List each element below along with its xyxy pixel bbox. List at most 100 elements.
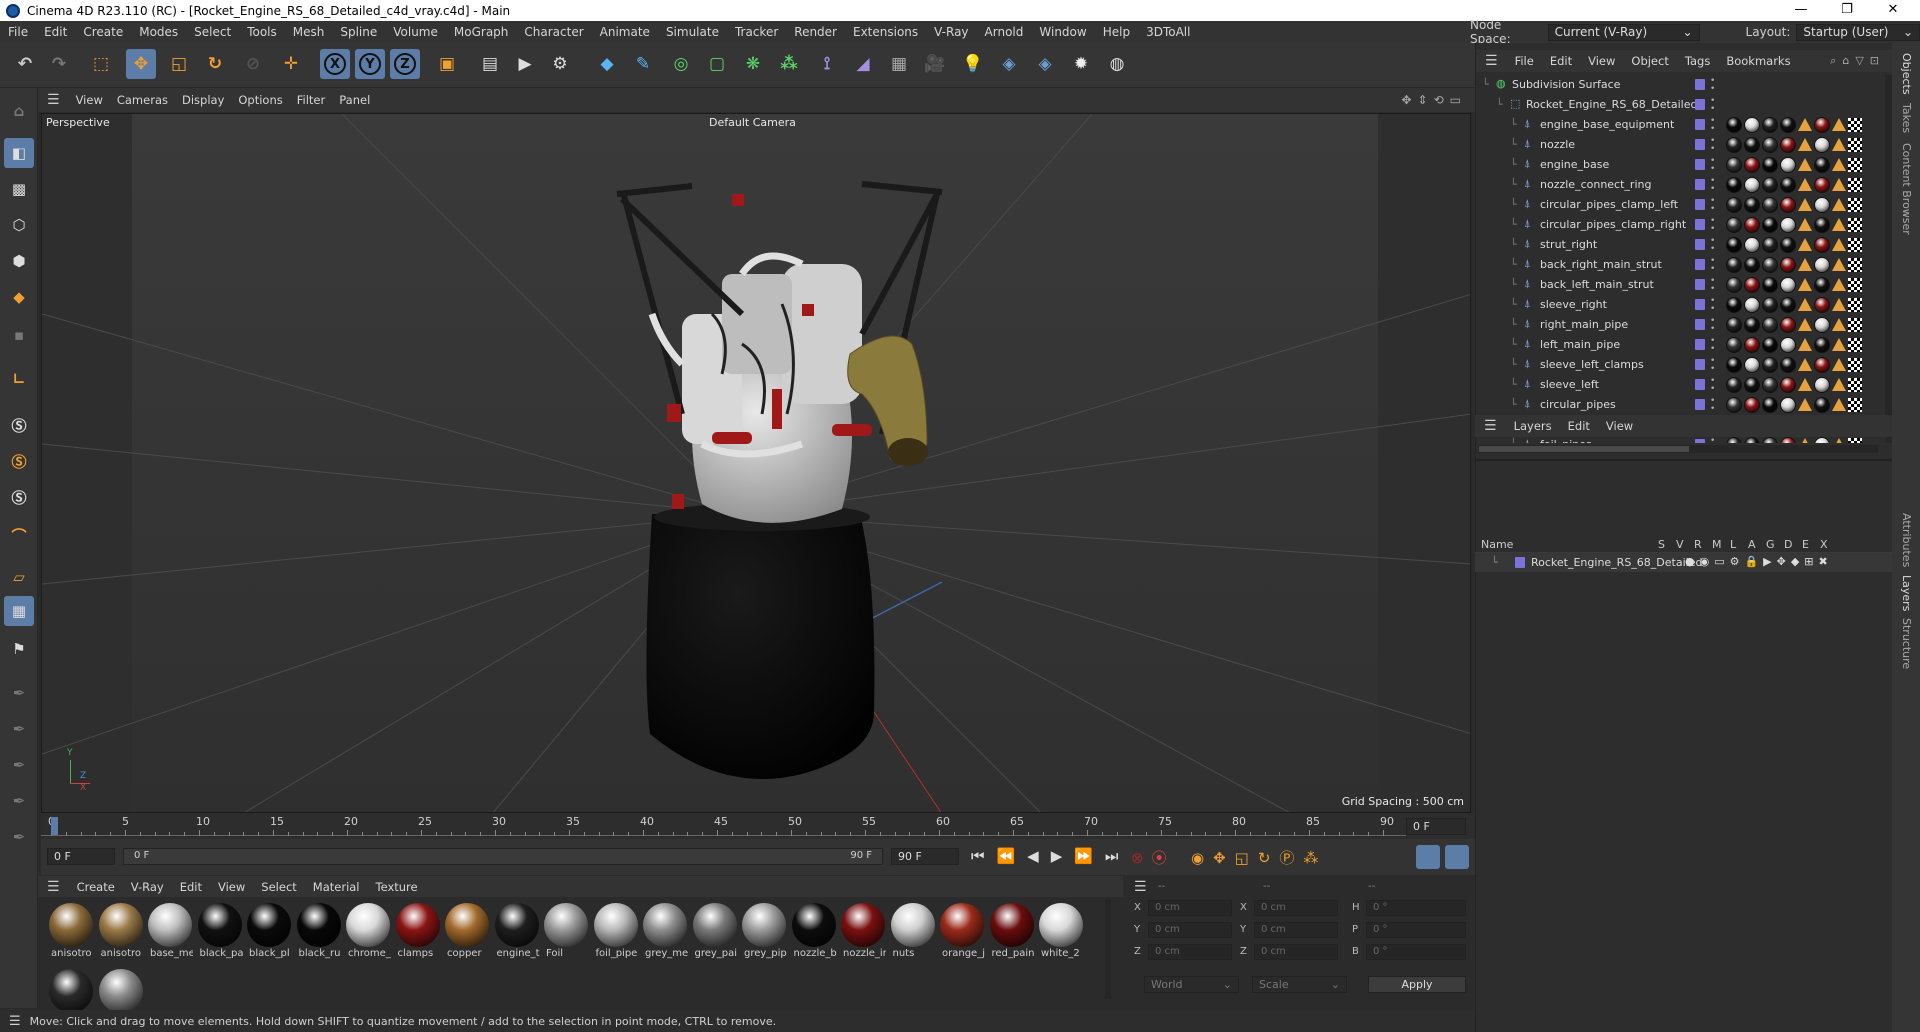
- texture-tag-icon[interactable]: [1798, 398, 1812, 411]
- object-row[interactable]: └ ⍋ nozzle • •: [1476, 135, 1876, 155]
- material-tag-icon[interactable]: [1762, 237, 1778, 253]
- layer-color-swatch[interactable]: [1695, 199, 1705, 210]
- mat-menu-create[interactable]: Create: [69, 880, 123, 894]
- texture-tag-icon[interactable]: [1798, 258, 1812, 271]
- mat-menu-material[interactable]: Material: [305, 880, 368, 894]
- texture-tag-icon[interactable]: [1798, 198, 1812, 211]
- material-swatch[interactable]: Foil: [543, 903, 589, 961]
- motion-path-icon[interactable]: [1416, 845, 1440, 869]
- material-tag-icon[interactable]: [1814, 137, 1830, 153]
- object-row[interactable]: └ ⍋ sleeve_left_clamps • •: [1476, 355, 1876, 375]
- texture-tag-icon[interactable]: [1832, 198, 1846, 211]
- material-tag-icon[interactable]: [1726, 317, 1742, 333]
- visibility-dots[interactable]: ••: [1710, 357, 1715, 374]
- object-row[interactable]: └ ⍋ engine_base_equipment • •: [1476, 115, 1876, 135]
- material-tag-icon[interactable]: [1814, 277, 1830, 293]
- material-swatch[interactable]: nozzle_ir: [840, 903, 886, 961]
- texture-tag-icon[interactable]: [1798, 118, 1812, 131]
- vp-menu-panel[interactable]: Panel: [332, 93, 377, 107]
- object-row[interactable]: └ ⍋ circular_pipes_clamp_left • •: [1476, 195, 1876, 215]
- object-name[interactable]: engine_base_equipment: [1540, 118, 1674, 131]
- visibility-dots[interactable]: ••: [1710, 137, 1715, 154]
- menu-animate[interactable]: Animate: [592, 25, 658, 39]
- rotate-icon[interactable]: ↻: [200, 49, 230, 79]
- material-tag-icon[interactable]: [1780, 277, 1796, 293]
- apply-button[interactable]: Apply: [1368, 976, 1466, 993]
- material-tag-icon[interactable]: [1726, 297, 1742, 313]
- material-tag-icon[interactable]: [1780, 437, 1796, 443]
- vp-menu-filter[interactable]: Filter: [290, 93, 332, 107]
- 3d-viewport[interactable]: Perspective Default Camera Grid Spacing …: [41, 113, 1471, 813]
- object-name[interactable]: strut_right: [1540, 238, 1597, 251]
- material-tag-icon[interactable]: [1744, 197, 1760, 213]
- object-name[interactable]: foil_pipes: [1540, 438, 1592, 443]
- texture-tag-icon[interactable]: [1832, 278, 1846, 291]
- material-tag-icon[interactable]: [1762, 177, 1778, 193]
- render-view-icon[interactable]: ▶: [510, 49, 540, 79]
- material-swatch[interactable]: anisotro: [48, 903, 94, 961]
- menu-help[interactable]: Help: [1095, 25, 1138, 39]
- cloner-icon[interactable]: ❋: [738, 49, 768, 79]
- texture-tag-icon[interactable]: [1798, 358, 1812, 371]
- texture-tag-icon[interactable]: [1798, 278, 1812, 291]
- model-mode-icon[interactable]: ◧: [4, 138, 34, 168]
- material-tag-icon[interactable]: [1762, 137, 1778, 153]
- material-tag-icon[interactable]: [1762, 277, 1778, 293]
- material-tag-icon[interactable]: [1814, 357, 1830, 373]
- checker-tag-icon[interactable]: [1848, 378, 1862, 392]
- axis-x-button[interactable]: X: [320, 49, 350, 79]
- material-tag-icon[interactable]: [1726, 397, 1742, 413]
- layer-color-swatch[interactable]: [1695, 239, 1705, 250]
- hamburger-icon[interactable]: ☰: [1134, 879, 1147, 895]
- checker-tag-icon[interactable]: [1848, 118, 1862, 132]
- material-tag-icon[interactable]: [1780, 197, 1796, 213]
- material-tag-icon[interactable]: [1744, 137, 1760, 153]
- subdivision-icon[interactable]: ◎: [666, 49, 696, 79]
- array-icon[interactable]: ⁂: [774, 49, 804, 79]
- node-space-dropdown[interactable]: Current (V-Ray) ⌄: [1547, 23, 1700, 41]
- layer-column-header[interactable]: X: [1820, 538, 1828, 551]
- material-tag-icon[interactable]: [1762, 357, 1778, 373]
- material-tag-icon[interactable]: [1726, 217, 1742, 233]
- layer-color-swatch[interactable]: [1695, 219, 1705, 230]
- checker-tag-icon[interactable]: [1848, 278, 1862, 292]
- object-row[interactable]: └ ⍋ engine_base • •: [1476, 155, 1876, 175]
- layer-color-swatch[interactable]: [1695, 99, 1705, 110]
- material-tag-icon[interactable]: [1726, 437, 1742, 443]
- menu-mesh[interactable]: Mesh: [285, 25, 333, 39]
- material-tag-icon[interactable]: [1744, 277, 1760, 293]
- snap-icon[interactable]: Ⓢ: [4, 410, 34, 440]
- grid-icon[interactable]: ▦: [4, 596, 34, 626]
- object-row[interactable]: └ ⍋ sleeve_left • •: [1476, 375, 1876, 395]
- make-editable-icon[interactable]: ⌂: [4, 96, 34, 126]
- checker-tag-icon[interactable]: [1848, 198, 1862, 212]
- layer-column-header[interactable]: D: [1784, 538, 1792, 551]
- deformer-icon[interactable]: ⟟: [812, 49, 842, 79]
- object-name[interactable]: sleeve_right: [1540, 298, 1607, 311]
- layer-column-header[interactable]: R: [1694, 538, 1702, 551]
- checker-tag-icon[interactable]: [1848, 258, 1862, 272]
- material-tag-icon[interactable]: [1780, 177, 1796, 193]
- timeline-window-icon[interactable]: [1445, 845, 1469, 869]
- material-tag-icon[interactable]: [1744, 217, 1760, 233]
- material-swatch[interactable]: clamps: [395, 903, 441, 961]
- material-tag-icon[interactable]: [1726, 377, 1742, 393]
- visibility-dots[interactable]: ••: [1710, 377, 1715, 394]
- material-tag-icon[interactable]: [1814, 337, 1830, 353]
- material-tag-icon[interactable]: [1814, 217, 1830, 233]
- visibility-dots[interactable]: ••: [1710, 217, 1715, 234]
- mat-menu-select[interactable]: Select: [253, 880, 304, 894]
- coord-value-field[interactable]: 0 cm: [1148, 944, 1232, 960]
- material-tag-icon[interactable]: [1814, 317, 1830, 333]
- texture-tag-icon[interactable]: [1832, 338, 1846, 351]
- tab-attributes[interactable]: Attributes: [1900, 513, 1913, 567]
- start-frame-field[interactable]: 0 F: [47, 848, 115, 865]
- visibility-dots[interactable]: ••: [1710, 237, 1715, 254]
- material-tag-icon[interactable]: [1726, 197, 1742, 213]
- object-name[interactable]: sleeve_left: [1540, 378, 1599, 391]
- visibility-dots[interactable]: ••: [1710, 177, 1715, 194]
- material-tag-icon[interactable]: [1762, 317, 1778, 333]
- om-menu-bookmarks[interactable]: Bookmarks: [1718, 54, 1798, 68]
- checker-tag-icon[interactable]: [1848, 238, 1862, 252]
- material-tag-icon[interactable]: [1814, 437, 1830, 443]
